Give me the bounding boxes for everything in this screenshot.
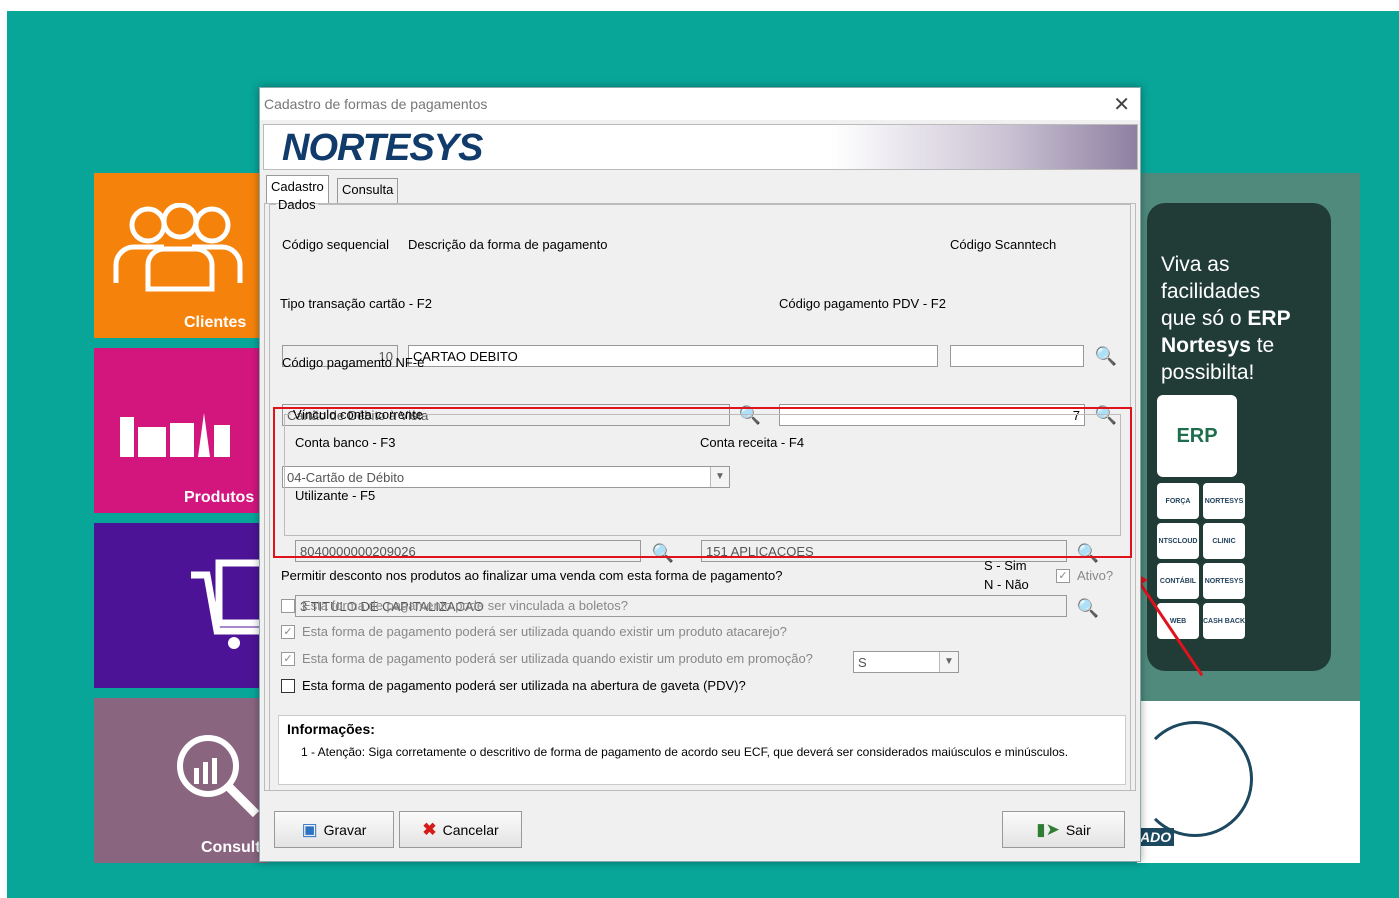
banner-text: Viva as facilidades que só o ERP Nortesy… (1161, 253, 1291, 384)
codigo-sequencial-label: Código sequencial (282, 237, 389, 252)
scanntech-label: Código Scanntech (950, 237, 1057, 252)
promo-banner: Viva as facilidades que só o ERP Nortesy… (1137, 173, 1360, 863)
partner-logo: NORTESYS (1203, 483, 1245, 519)
ativo-checkbox[interactable]: ✓ Ativo? (1056, 568, 1113, 583)
header-banner: NORTESYS (263, 124, 1138, 170)
desconto-select[interactable]: S ▼ (853, 651, 959, 673)
users-icon (113, 203, 243, 292)
checkbox-promocao[interactable]: ✓ Esta forma de pagamento poderá ser uti… (281, 651, 813, 666)
payment-form-dialog: Cadastro de formas de pagamentos ✕ NORTE… (259, 87, 1141, 862)
chevron-down-icon[interactable]: ▼ (939, 652, 958, 672)
legend-nao: N - Não (984, 577, 1029, 592)
close-icon[interactable]: ✕ (1113, 92, 1130, 117)
tile-produtos[interactable]: Produtos (94, 348, 269, 513)
check-icon: ✓ (281, 651, 295, 666)
tile-label: Produtos (184, 489, 255, 506)
partner-logo: FORÇA (1157, 483, 1199, 519)
legend-sim: S - Sim (984, 558, 1027, 573)
tipo-transacao-label: Tipo transação cartão - F2 (280, 296, 432, 311)
check-icon: ✓ (281, 624, 295, 639)
partner-logo: CASH BACK (1203, 603, 1245, 639)
cart-register-icon (191, 559, 269, 649)
tile-clientes[interactable]: Clientes (94, 173, 269, 338)
codigo-nfe-label: Código pagamento NF-e (282, 355, 425, 370)
tile-label: Clientes (184, 314, 247, 331)
cancel-icon: ✖ (422, 819, 437, 839)
gravar-button[interactable]: ▣ Gravar (274, 811, 394, 848)
tile-pdv[interactable] (94, 523, 269, 688)
scanntech-search-icon[interactable]: 🔍 (1093, 343, 1119, 369)
tile-consultas[interactable]: Consult (94, 698, 269, 863)
partner-logo: CONTÁBIL (1157, 563, 1199, 599)
check-icon: ✓ (1056, 568, 1070, 583)
codigo-pdv-label: Código pagamento PDV - F2 (779, 296, 946, 311)
descricao-label: Descrição da forma de pagamento (408, 237, 608, 252)
cart-circle-icon (1137, 721, 1253, 837)
nortesys-logo: NORTESYS (282, 127, 483, 169)
report-search-icon (177, 735, 260, 818)
checkbox-gaveta[interactable]: Esta forma de pagamento poderá ser utili… (281, 678, 746, 693)
window-title: Cadastro de formas de pagamentos (264, 96, 488, 112)
utilizante-search-icon[interactable]: 🔍 (1075, 595, 1101, 621)
info-title: Informações: (287, 721, 375, 737)
info-text: 1 - Atenção: Siga corretamente o descrit… (301, 745, 1069, 759)
banner-footer-text: ADO (1137, 828, 1175, 846)
tile-label: Consult (201, 839, 261, 856)
products-icon (120, 413, 230, 457)
desconto-label: Permitir desconto nos produtos ao finali… (281, 568, 783, 583)
cancelar-button[interactable]: ✖ Cancelar (399, 811, 522, 848)
info-panel: Informações: 1 - Atenção: Siga corretame… (278, 715, 1126, 785)
sair-button[interactable]: ▮➤ Sair (1002, 811, 1125, 848)
save-icon: ▣ (301, 819, 318, 839)
title-bar[interactable]: Cadastro de formas de pagamentos ✕ (260, 88, 1140, 120)
partner-logo: CLINIC (1203, 523, 1245, 559)
exit-door-icon: ▮➤ (1036, 819, 1060, 839)
descricao-input[interactable]: CARTAO DEBITO (408, 345, 938, 367)
highlight-box (273, 407, 1132, 558)
erp-logo: ERP (1157, 395, 1237, 477)
scanntech-input[interactable] (950, 345, 1084, 367)
checkbox-boletos[interactable]: Esta forma de pagamento pode ser vincula… (281, 598, 628, 613)
partner-logos: ERP FORÇA NORTESYS NTSCLOUD CLINIC CONTÁ… (1157, 395, 1267, 643)
checkbox-atacarejo[interactable]: ✓ Esta forma de pagamento poderá ser uti… (281, 624, 787, 639)
partner-logo: NTSCLOUD (1157, 523, 1199, 559)
partner-logo: NORTESYS (1203, 563, 1245, 599)
